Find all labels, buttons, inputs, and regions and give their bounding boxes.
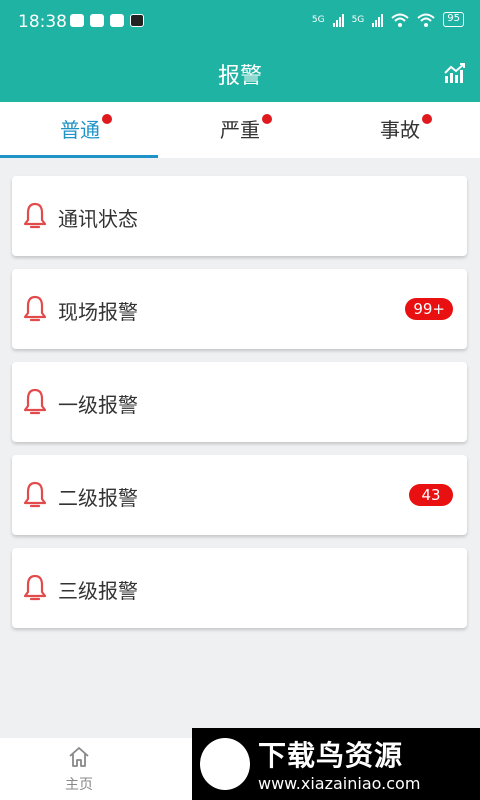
bell-icon [23, 574, 47, 601]
wifi-icon [391, 13, 409, 27]
watermark-title: 下载鸟资源 [258, 739, 404, 772]
alarm-item-label: 二级报警 [58, 486, 138, 510]
network-label-2: 5G [351, 14, 365, 25]
unread-dot [262, 114, 272, 124]
mail-icon [110, 14, 124, 27]
tab-label: 严重 [220, 118, 260, 142]
network-label-1: 5G [311, 14, 325, 25]
status-right: 5G 5G 95 [312, 12, 464, 27]
alarm-item-label: 一级报警 [58, 393, 138, 417]
watermark-url: www.xiazainiao.com [258, 774, 421, 793]
alarm-item-site-alarm[interactable]: 现场报警 99+ [12, 269, 467, 349]
app-notification-icon [130, 14, 144, 27]
notification-icons [70, 14, 144, 27]
alarm-item-communication-status[interactable]: 通讯状态 [12, 176, 467, 256]
watermark-overlay: 下载鸟资源 www.xiazainiao.com [192, 728, 480, 800]
status-bar: 18:38 5G 5G 95 [0, 0, 480, 44]
tab-indicator [0, 155, 158, 158]
alarm-item-level-3[interactable]: 三级报警 [12, 548, 467, 628]
bell-icon [23, 295, 47, 322]
unread-dot [102, 114, 112, 124]
alarm-tabs: 普通 严重 事故 [0, 102, 480, 158]
bell-icon [23, 202, 47, 229]
wifi-icon [417, 13, 435, 27]
alarm-item-level-2[interactable]: 二级报警 43 [12, 455, 467, 535]
chart-icon[interactable] [444, 62, 466, 84]
battery-icon: 95 [443, 12, 464, 27]
page-title: 报警 [217, 64, 262, 89]
signal-icon [372, 13, 384, 27]
alarm-item-label: 三级报警 [58, 579, 138, 603]
home-icon [69, 747, 89, 767]
app-bar: 报警 [0, 44, 480, 102]
alarm-list: 通讯状态 现场报警 99+ 一级报警 二级报警 43 三级报警 [12, 176, 467, 641]
tab-accident[interactable]: 事故 [320, 102, 480, 158]
nav-label: 主页 [65, 777, 93, 793]
tab-normal[interactable]: 普通 [0, 102, 160, 158]
bell-icon [23, 481, 47, 508]
wechat-icon [70, 14, 84, 27]
tab-label: 事故 [380, 118, 420, 142]
alarm-item-label: 通讯状态 [58, 207, 138, 231]
alarm-item-label: 现场报警 [58, 300, 138, 324]
tab-serious[interactable]: 严重 [160, 102, 320, 158]
status-time: 18:38 [18, 12, 67, 32]
signal-icon [332, 13, 344, 27]
watermark-logo-icon [200, 738, 250, 790]
chat-icon [90, 14, 104, 27]
nav-item-home[interactable]: 主页 [48, 746, 110, 794]
count-badge: 99+ [405, 298, 453, 320]
tab-label: 普通 [60, 118, 100, 142]
count-badge: 43 [409, 484, 453, 506]
bell-icon [23, 388, 47, 415]
alarm-item-level-1[interactable]: 一级报警 [12, 362, 467, 442]
unread-dot [422, 114, 432, 124]
